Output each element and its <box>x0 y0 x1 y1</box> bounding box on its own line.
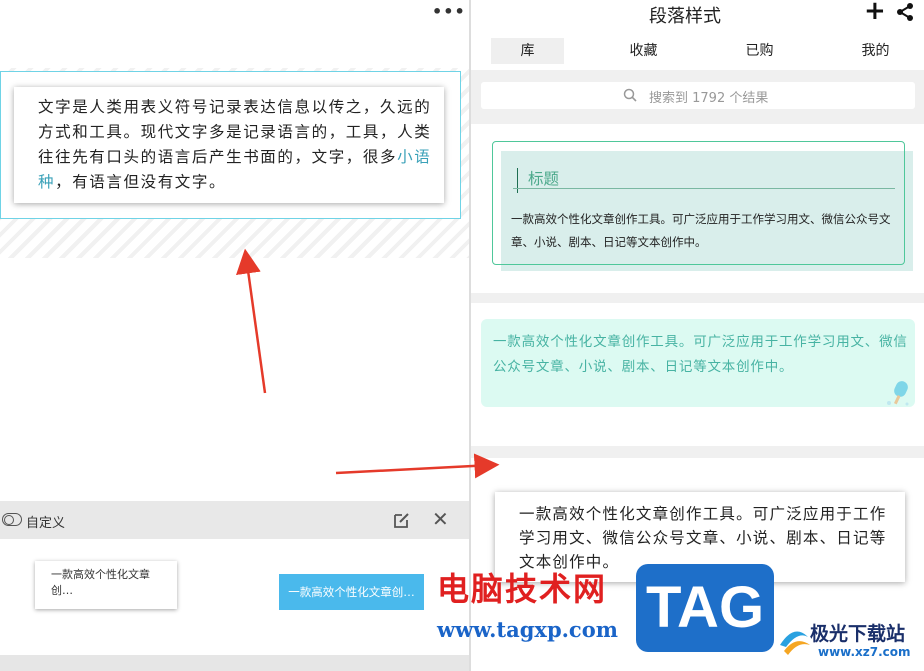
template-2-body: 一款高效个性化文章创作工具。可广泛应用于工作学习用文、微信公众号文章、小说、剧本… <box>493 334 908 375</box>
edit-icon[interactable] <box>393 511 411 529</box>
search-result-count: 搜索到 1792 个结果 <box>649 91 769 106</box>
close-icon[interactable]: ✕ <box>432 509 449 529</box>
custom-style-button[interactable]: 一款高效个性化文章创… <box>279 574 424 610</box>
template-1-cursor <box>517 168 518 193</box>
tab-favorites[interactable]: 收藏 <box>606 38 681 64</box>
paragraph-text-end: ，有语言但没有文字。 <box>55 173 227 191</box>
template-1-body: 一款高效个性化文章创作工具。可广泛应用于工作学习用文、微信公众号文章、小说、剧本… <box>511 212 891 249</box>
editor-pane: ••• 文字是人类用表义符号记录表达信息以传之，久远的方式和工具。现代文字多是记… <box>0 0 470 671</box>
bottom-strip <box>0 655 470 671</box>
watermark-site-name: 电脑技术网 <box>437 570 608 608</box>
search-icon <box>623 88 637 102</box>
watermark-site-url: www.tagxp.com <box>437 617 618 642</box>
more-options-button[interactable]: ••• <box>432 2 466 21</box>
styled-paragraph[interactable]: 文字是人类用表义符号记录表达信息以传之，久远的方式和工具。现代文字多是记录语言的… <box>14 87 444 203</box>
tab-library[interactable]: 库 <box>491 38 564 64</box>
add-icon[interactable]: + <box>864 0 886 26</box>
toggle-icon[interactable] <box>2 513 22 526</box>
share-icon[interactable] <box>895 2 915 22</box>
tab-mine[interactable]: 我的 <box>838 38 913 64</box>
custom-label: 自定义 <box>26 516 66 531</box>
template-1-rule <box>513 188 895 189</box>
watermark-tag-logo: TAG <box>636 564 774 652</box>
panel-title: 段落样式 <box>649 6 721 27</box>
template-1-title: 标题 <box>528 170 560 188</box>
popsicle-icon <box>887 381 909 406</box>
tab-purchased[interactable]: 已购 <box>722 38 797 64</box>
watermark-logo-url: www.xz7.com <box>818 645 911 659</box>
paragraph-text: 文字是人类用表义符号记录表达信息以传之，久远的方式和工具。现代文字多是记录语言的… <box>38 98 432 166</box>
custom-style-card[interactable]: 一款高效个性化文章创… <box>35 561 177 609</box>
watermark-logo-name: 极光下载站 <box>810 623 906 645</box>
